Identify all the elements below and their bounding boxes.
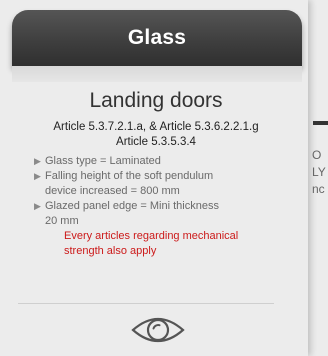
article-references: Article 5.3.7.2.1.a, & Article 5.3.6.2.2… bbox=[18, 120, 294, 150]
note-line-1: Every articles regarding mechanical bbox=[64, 230, 239, 242]
header-band bbox=[12, 66, 302, 82]
list-item: ▶ Falling height of the soft pendulum de… bbox=[34, 169, 266, 199]
right-panel-text: O LY nc bbox=[312, 147, 326, 198]
view-button[interactable] bbox=[130, 310, 186, 350]
right-panel-line-2: LY bbox=[312, 165, 326, 179]
list-item: ▶ Glazed panel edge = Mini thickness 20 … bbox=[34, 199, 266, 229]
article-line-1: Article 5.3.7.2.1.a, & Article 5.3.6.2.2… bbox=[53, 121, 259, 133]
card-content: Landing doors Article 5.3.7.2.1.a, & Art… bbox=[18, 88, 294, 259]
bullet-arrow-icon: ▶ bbox=[34, 171, 41, 181]
glass-card: Glass Landing doors Article 5.3.7.2.1.a,… bbox=[0, 0, 308, 356]
bullet-arrow-icon: ▶ bbox=[34, 201, 41, 211]
list-item-text: Glazed panel edge = Mini thickness bbox=[45, 200, 219, 212]
eye-icon[interactable] bbox=[130, 310, 186, 350]
section-title: Landing doors bbox=[89, 89, 223, 112]
note-line-2: strength also apply bbox=[64, 245, 157, 257]
mechanical-strength-note: Every articles regarding mechanical stre… bbox=[64, 229, 284, 259]
card-title: Glass bbox=[127, 26, 187, 49]
divider bbox=[18, 303, 274, 304]
right-panel-line-1: O bbox=[312, 148, 322, 162]
card-header: Glass bbox=[12, 10, 302, 66]
bullet-arrow-icon: ▶ bbox=[34, 156, 41, 166]
article-line-2: Article 5.3.5.3.4 bbox=[116, 136, 196, 148]
right-panel-dash bbox=[313, 121, 328, 125]
right-panel-line-3: nc bbox=[312, 182, 325, 196]
list-item-text: Glass type = Laminated bbox=[45, 155, 161, 167]
list-item-text: Falling height of the soft pendulum bbox=[45, 170, 214, 182]
list-item-text-cont: 20 mm bbox=[45, 215, 79, 227]
requirements-list: ▶ Glass type = Laminated ▶ Falling heigh… bbox=[34, 154, 266, 229]
list-item-text-cont: device increased = 800 mm bbox=[45, 185, 180, 197]
list-item: ▶ Glass type = Laminated bbox=[34, 154, 266, 169]
screen: Glass Landing doors Article 5.3.7.2.1.a,… bbox=[0, 0, 328, 356]
